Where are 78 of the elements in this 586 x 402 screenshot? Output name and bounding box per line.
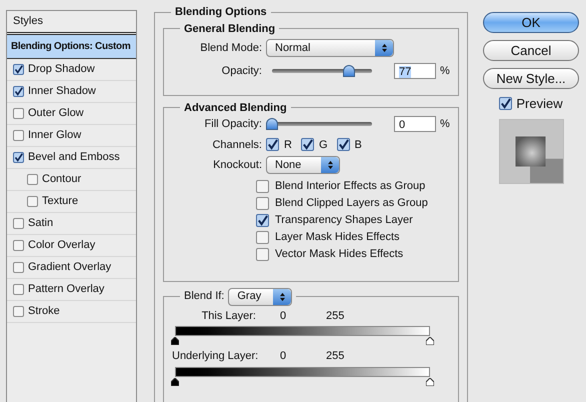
field-label: Underlying Layer:: [172, 349, 256, 364]
range-min: 0: [279, 349, 288, 364]
style-list-item[interactable]: Color Overlay: [7, 235, 136, 257]
field-label: Blend If:: [184, 289, 224, 304]
field-label: This Layer:: [200, 308, 256, 324]
checkbox[interactable]: [336, 138, 350, 152]
style-list-item[interactable]: Gradient Overlay: [7, 257, 136, 279]
dialog-button[interactable]: Cancel: [483, 40, 579, 61]
fill-opacity-input[interactable]: 0: [394, 116, 436, 132]
checkbox[interactable]: [266, 138, 279, 152]
checkbox[interactable]: [13, 284, 24, 295]
range-start-thumb[interactable]: [171, 378, 179, 386]
checkbox[interactable]: [27, 196, 38, 207]
checkbox[interactable]: [13, 306, 24, 317]
checkbox[interactable]: [256, 214, 269, 227]
ok-button[interactable]: OK: [483, 12, 579, 33]
unit-label: %: [440, 117, 450, 132]
checkbox[interactable]: [300, 138, 314, 152]
preview-thumbnail: [498, 118, 564, 184]
group-title: Blending Options: [174, 5, 268, 20]
slider-thumb[interactable]: [266, 118, 278, 130]
range-end-thumb[interactable]: [426, 337, 434, 345]
preview-label: Preview: [516, 95, 563, 113]
checkbox[interactable]: [13, 218, 24, 229]
range-end-thumb[interactable]: [426, 378, 434, 386]
checkbox[interactable]: [13, 152, 24, 163]
range-min: 0: [279, 308, 288, 324]
stepper-arrows-icon: [321, 157, 339, 173]
channel-label: R: [284, 138, 292, 152]
slider-thumb[interactable]: [343, 64, 355, 77]
checkbox[interactable]: [13, 108, 24, 119]
option-label: Blend Interior Effects as Group: [275, 179, 426, 194]
checkbox[interactable]: [13, 262, 24, 273]
style-list-item[interactable]: Inner Glow: [7, 125, 136, 147]
channel-label: B: [354, 138, 362, 152]
checkbox[interactable]: [256, 231, 269, 244]
field-label: Channels:: [211, 138, 262, 152]
style-list-item[interactable]: Satin: [7, 213, 136, 235]
style-list-item[interactable]: Stroke: [7, 301, 136, 323]
range-max: 255: [326, 349, 344, 364]
checkbox[interactable]: [499, 97, 512, 110]
option-label: Vector Mask Hides Effects: [275, 247, 404, 262]
style-list-item[interactable]: Drop Shadow: [7, 59, 136, 81]
checkbox[interactable]: [256, 248, 269, 261]
stepper-arrows-icon: [273, 288, 292, 304]
range-start-thumb[interactable]: [171, 337, 179, 345]
checkbox[interactable]: [13, 64, 24, 75]
dropdown[interactable]: None: [266, 156, 340, 174]
checkbox[interactable]: [256, 197, 269, 210]
checkbox[interactable]: [13, 130, 24, 141]
style-list-item[interactable]: Inner Shadow: [7, 81, 136, 103]
opacity-input[interactable]: 77: [394, 63, 436, 80]
channel-label: G: [318, 138, 328, 152]
checkbox[interactable]: [256, 180, 269, 193]
field-label: Opacity:: [220, 64, 262, 79]
range-max: 255: [326, 308, 344, 324]
field-label: Blend Mode:: [199, 40, 262, 56]
option-label: Blend Clipped Layers as Group: [275, 196, 428, 212]
style-list-item[interactable]: Contour: [7, 169, 136, 191]
option-label: Layer Mask Hides Effects: [275, 230, 400, 246]
checkbox[interactable]: [13, 240, 24, 251]
checkbox[interactable]: [13, 86, 24, 97]
dropdown[interactable]: Normal: [266, 39, 394, 57]
style-list-item[interactable]: Bevel and Emboss: [7, 147, 136, 169]
checkbox[interactable]: [27, 174, 38, 185]
stepper-arrows-icon: [375, 40, 393, 56]
group-title: General Blending: [183, 22, 276, 36]
dropdown[interactable]: Gray: [228, 288, 292, 306]
dialog-button[interactable]: New Style...: [483, 68, 579, 89]
group-title: Advanced Blending: [183, 100, 288, 116]
option-label: Transparency Shapes Layer: [275, 213, 413, 228]
style-list-item[interactable]: Texture: [7, 191, 136, 213]
style-list-item[interactable]: Pattern Overlay: [7, 279, 136, 301]
style-list-item[interactable]: Blending Options: Custom: [7, 35, 136, 59]
style-list-item[interactable]: Outer Glow: [7, 103, 136, 125]
field-label: Fill Opacity:: [204, 117, 262, 132]
unit-label: %: [440, 64, 450, 79]
field-label: Knockout:: [212, 158, 262, 173]
